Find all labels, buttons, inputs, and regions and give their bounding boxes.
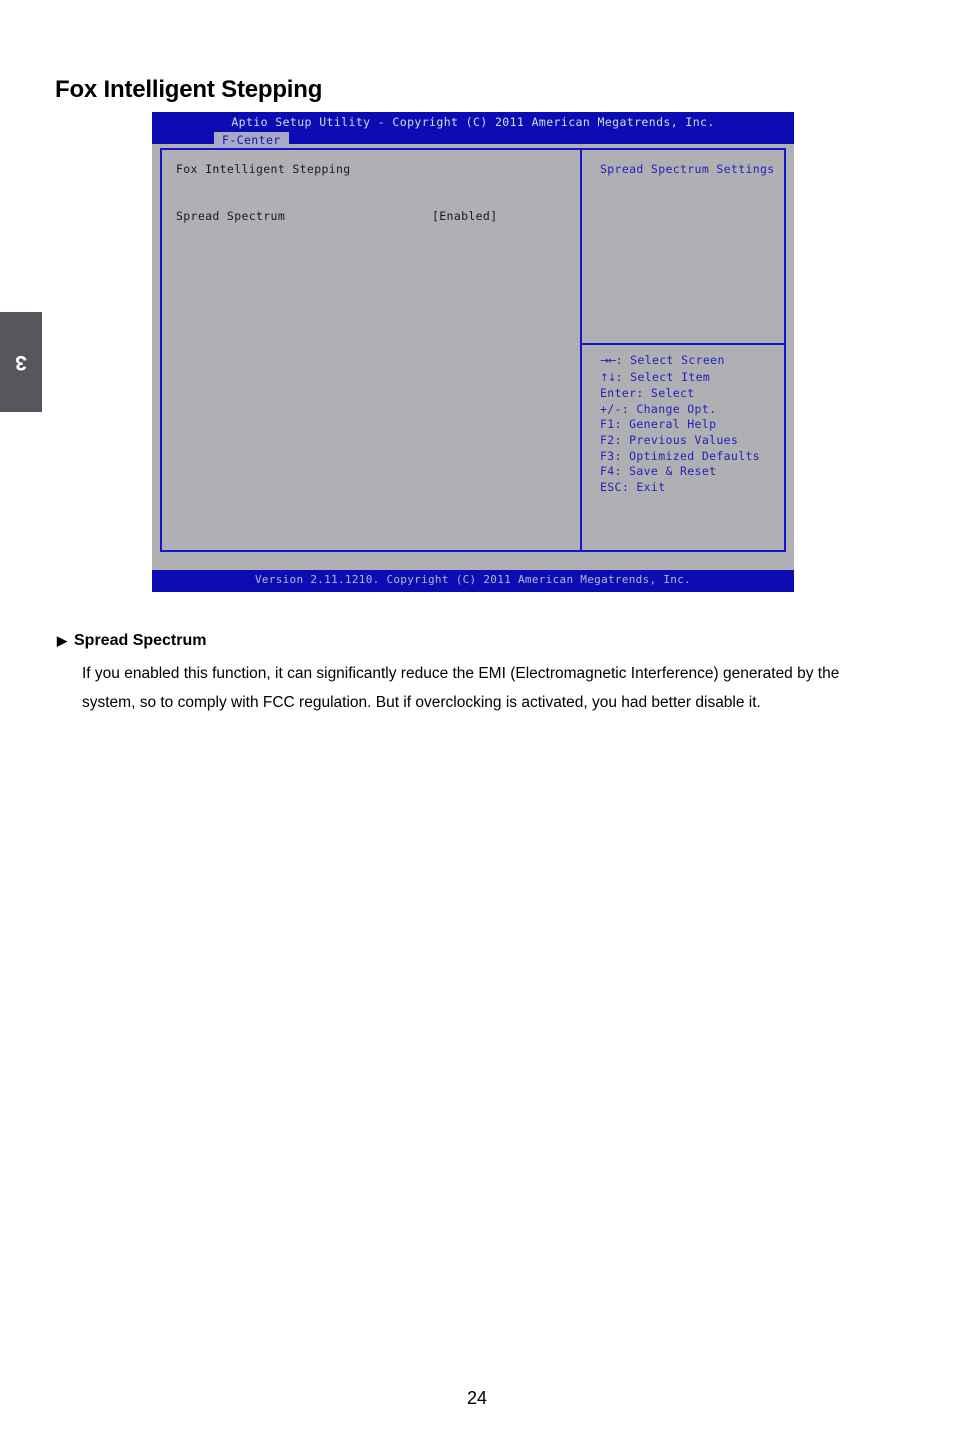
triangle-right-icon: ▶ <box>57 633 67 648</box>
bios-version-bar: Version 2.11.1210. Copyright (C) 2011 Am… <box>152 570 794 592</box>
page-title: Fox Intelligent Stepping <box>55 76 323 104</box>
description-paragraph: If you enabled this function, it can sig… <box>82 665 840 711</box>
key-legend-list: →←: Select Screen ↑↓: Select Item Enter:… <box>600 353 760 495</box>
arrow-up-down-icon: ↑↓ <box>600 371 617 384</box>
bios-version-text: Version 2.11.1210. Copyright (C) 2011 Am… <box>254 573 692 586</box>
list-item: ESC: Exit <box>600 480 760 496</box>
chapter-tab: 3 <box>0 312 42 412</box>
tab-f-center[interactable]: F-Center <box>214 132 289 149</box>
bios-section-title: Fox Intelligent Stepping <box>176 162 351 176</box>
bios-content-area: Fox Intelligent Stepping Spread Spectrum… <box>160 148 786 552</box>
key-legend-label: Enter: Select <box>600 386 695 401</box>
key-legend-label: ESC: Exit <box>600 479 666 494</box>
key-legend-label: F4: Save & Reset <box>600 464 717 479</box>
list-item: Enter: Select <box>600 386 760 402</box>
bios-left-panel: Fox Intelligent Stepping Spread Spectrum… <box>162 150 580 550</box>
setting-value[interactable]: [Enabled] <box>432 209 497 223</box>
key-legend-label: F2: Previous Values <box>600 432 739 447</box>
list-item: F4: Save & Reset <box>600 464 760 480</box>
page-number: 24 <box>466 1388 488 1408</box>
list-item: +/-: Change Opt. <box>600 402 760 418</box>
description-section: ▶ Spread Spectrum If you enabled this fu… <box>57 632 897 733</box>
list-item: F3: Optimized Defaults <box>600 449 760 465</box>
help-title: Spread Spectrum Settings <box>600 162 775 176</box>
list-item: →←: Select Screen <box>600 353 760 370</box>
key-legend-label: F3: Optimized Defaults <box>600 448 761 463</box>
list-item: F2: Previous Values <box>600 433 760 449</box>
bios-title-text: Aptio Setup Utility - Copyright (C) 2011… <box>231 115 715 129</box>
key-legend-label: : Select Item <box>615 369 711 384</box>
list-item: ↑↓: Select Item <box>600 370 760 387</box>
bullet-heading: ▶ Spread Spectrum <box>57 632 897 650</box>
bios-setup-screenshot: Aptio Setup Utility - Copyright (C) 2011… <box>152 112 794 592</box>
chapter-number: 3 <box>15 351 27 374</box>
key-legend-label: F1: General Help <box>600 417 717 432</box>
key-legend-label: +/-: Change Opt. <box>600 401 717 416</box>
setting-label: Spread Spectrum <box>176 209 286 223</box>
list-item: F1: General Help <box>600 417 760 433</box>
key-legend-label: : Select Screen <box>615 353 725 367</box>
arrow-right-left-icon: →← <box>600 355 617 367</box>
bios-tab-bar: F-Center <box>152 132 794 149</box>
bios-right-panel: Spread Spectrum Settings →←: Select Scre… <box>582 150 784 550</box>
panel-divider-horizontal <box>582 343 784 345</box>
bullet-heading-label: Spread Spectrum <box>74 632 207 649</box>
